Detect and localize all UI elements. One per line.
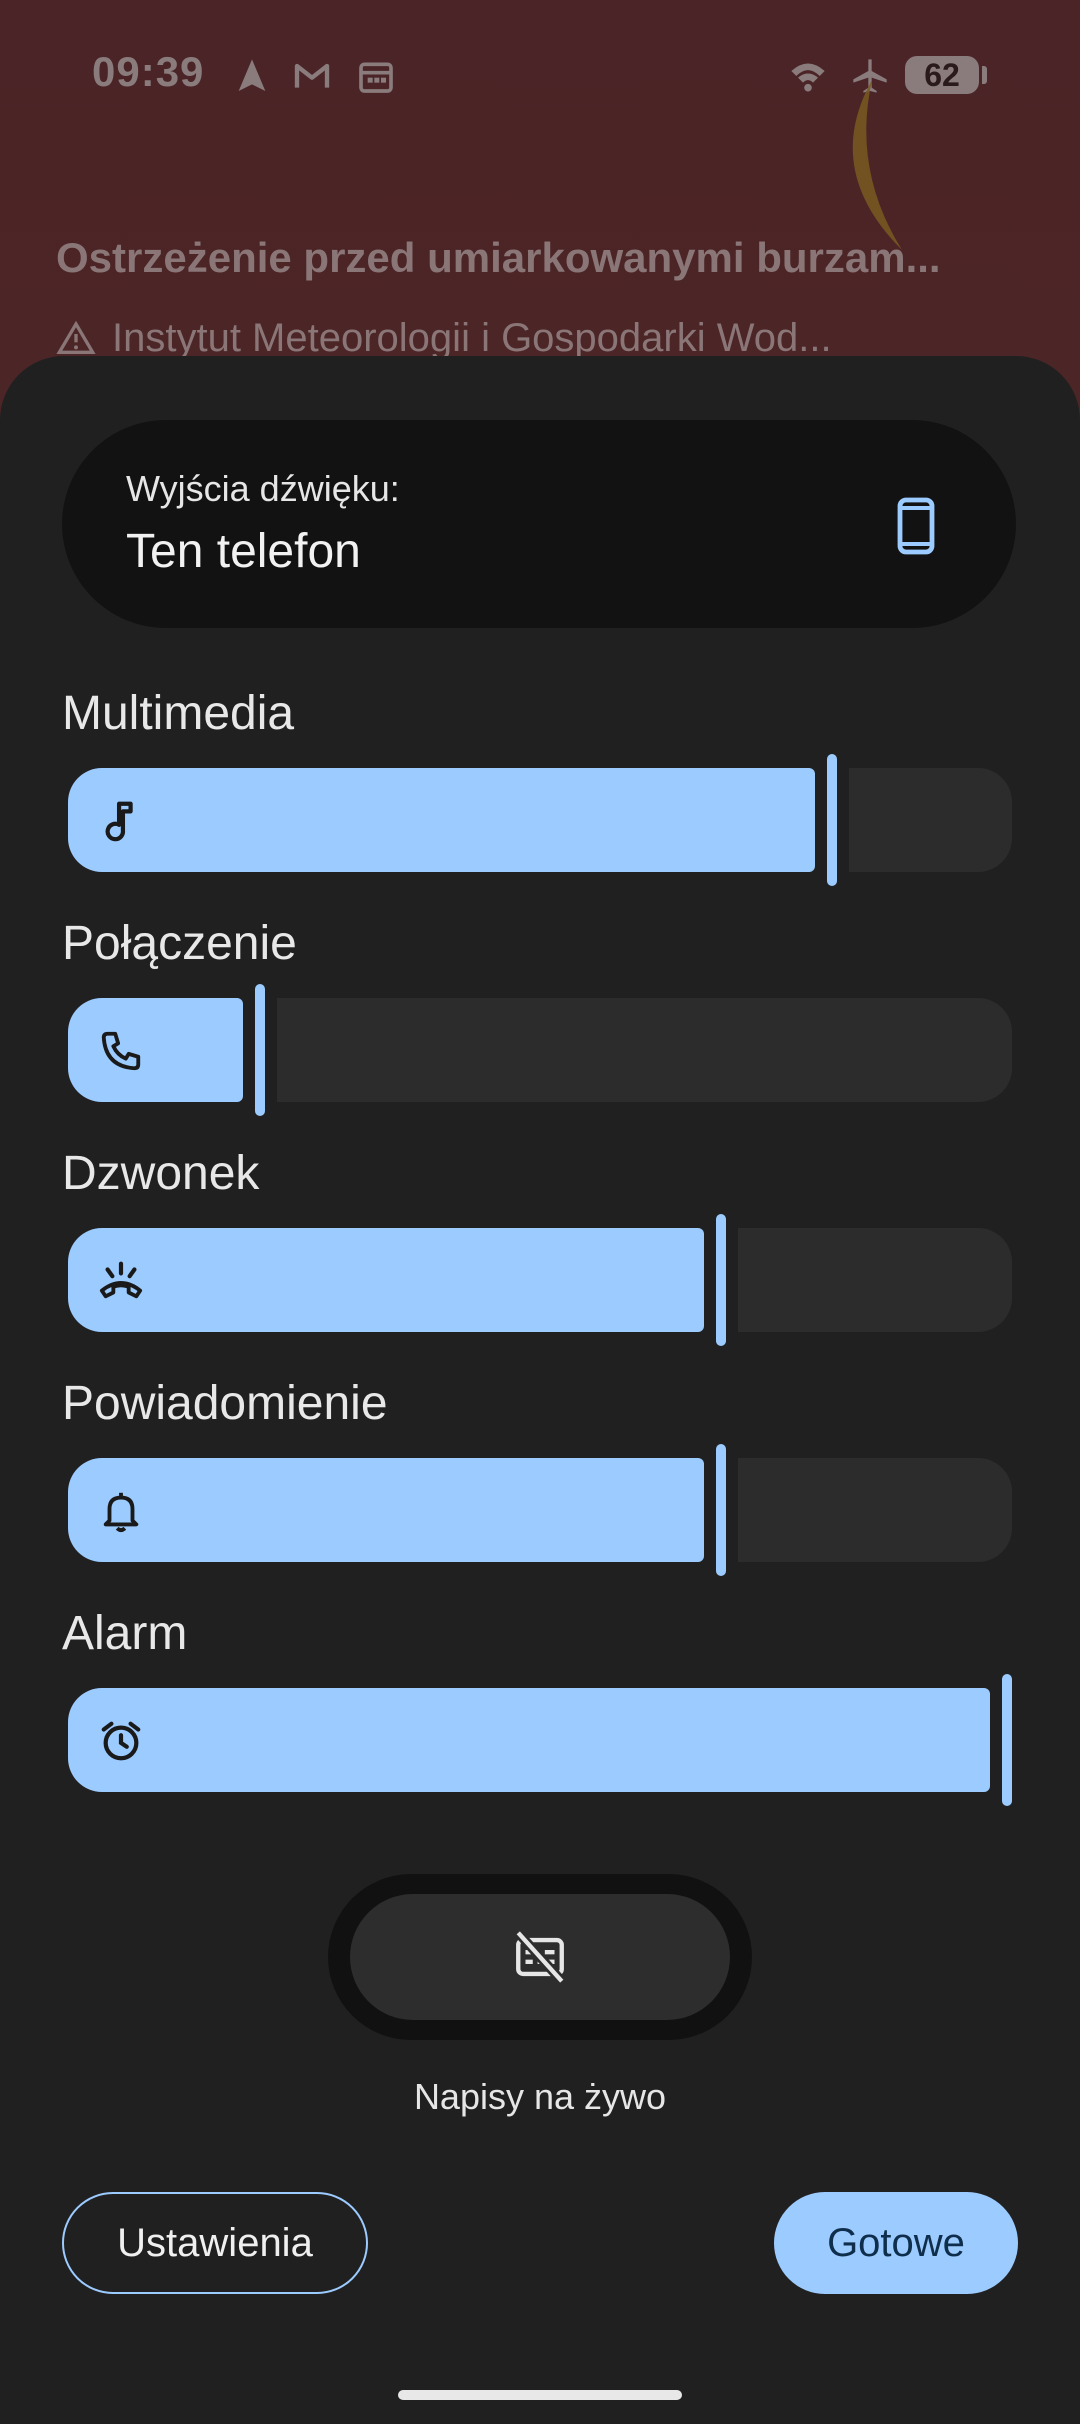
calendar-icon [359,62,393,93]
slider-track [738,1228,1012,1332]
notification-source-text: Instytut Meteorologii i Gospodarki Wod..… [112,316,832,360]
slider-thumb[interactable] [1002,1674,1012,1806]
navigation-icon [238,59,266,91]
slider-thumb[interactable] [716,1214,726,1346]
live-caption-button[interactable] [350,1894,730,2020]
home-indicator[interactable] [398,2390,682,2400]
slider-fill [68,998,243,1102]
ringer-slider[interactable] [68,1214,1012,1346]
notification-slider[interactable] [68,1444,1012,1576]
output-label: Wyjścia dźwięku: [126,468,400,509]
slider-track [849,768,1012,872]
clock: 09:39 [92,48,205,95]
multimedia-label: Multimedia [62,687,295,740]
slider-fill [68,1228,704,1332]
volume-panel: Wyjścia dźwięku: Ten telefon Multimedia … [0,356,1080,2424]
settings-button[interactable]: Ustawienia [62,2192,368,2294]
notification-title: Ostrzeżenie przed umiarkowanymi burzam..… [56,234,941,281]
phone-call-icon [101,1031,141,1071]
gmail-icon [294,63,330,88]
slider-fill [68,1458,704,1562]
slider-fill [68,1688,990,1792]
captions-off-icon [514,1929,566,1985]
phone-icon [897,497,935,555]
live-caption-toggle-container [328,1874,752,2040]
alarm-slider[interactable] [68,1674,1012,1806]
slider-thumb[interactable] [716,1444,726,1576]
warning-icon [56,320,96,354]
done-button[interactable]: Gotowe [774,2192,1018,2294]
ringer-icon [99,1261,143,1299]
notification-source: Instytut Meteorologii i Gospodarki Wod..… [56,316,1046,361]
music-note-icon [105,801,133,842]
call-label: Połączenie [62,917,297,970]
slider-thumb[interactable] [827,754,837,886]
moon-decoration [852,80,902,250]
alarm-label: Alarm [62,1607,188,1660]
slider-thumb[interactable] [255,984,265,1116]
battery-tip [982,66,987,84]
slider-fill [68,768,815,872]
notification-label: Powiadomienie [62,1377,388,1430]
wifi-icon [791,63,825,92]
output-device: Ten telefon [126,525,361,578]
slider-track [277,998,1012,1102]
audio-output-selector[interactable]: Wyjścia dźwięku: Ten telefon [62,420,1016,628]
call-slider[interactable] [68,984,1012,1116]
slider-track [738,1458,1012,1562]
alarm-icon [101,1721,141,1761]
live-caption-label: Napisy na żywo [413,2076,667,2117]
ringer-label: Dzwonek [62,1147,260,1200]
multimedia-slider[interactable] [68,754,1012,886]
bell-icon [103,1492,139,1533]
